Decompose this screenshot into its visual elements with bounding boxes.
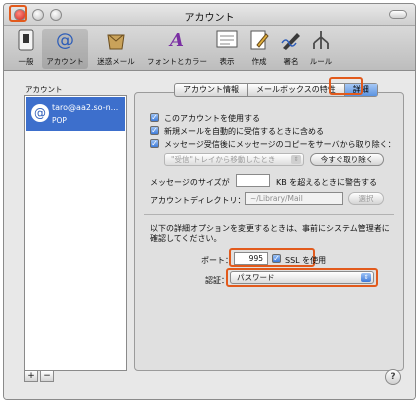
- toolbar-label: フォントとカラー: [147, 57, 207, 66]
- remove-copy-checkbox[interactable]: ✓: [150, 139, 159, 148]
- size-warning-suffix: KB を超えるときに警告する: [276, 178, 378, 187]
- toolbar-label: 署名: [283, 57, 299, 66]
- rules-icon: [309, 29, 333, 53]
- toolbar-rules[interactable]: ルール: [306, 29, 336, 67]
- window-title: アカウント: [184, 13, 235, 24]
- toolbar-toggle-button[interactable]: [389, 10, 407, 19]
- remove-account-button[interactable]: −: [40, 370, 54, 382]
- at-sign-icon: @: [56, 30, 74, 51]
- list-item[interactable]: @ taro@aa2.so-n... POP: [26, 97, 125, 131]
- toolbar-fonts-colors[interactable]: A フォントとカラー: [144, 29, 210, 67]
- toolbar-label: アカウント: [46, 57, 84, 66]
- help-button[interactable]: ?: [385, 369, 401, 385]
- compose-icon: [247, 29, 271, 53]
- include-auto-check-checkbox[interactable]: ✓: [150, 126, 159, 135]
- size-warning-field[interactable]: [236, 174, 270, 187]
- close-button-highlight: [9, 5, 27, 22]
- title-bar: アカウント: [4, 4, 415, 26]
- at-sign-icon: @: [31, 104, 49, 122]
- signature-icon: [279, 29, 303, 53]
- choose-button[interactable]: 選択: [348, 192, 384, 205]
- toolbar-signatures[interactable]: 署名: [276, 29, 306, 67]
- ssl-label: SSL を使用: [285, 256, 327, 265]
- remove-copy-label: メッセージ受信後にメッセージのコピーをサーバから取り除く：: [164, 140, 396, 149]
- remove-when-value: "受信"トレイから移動したとき: [171, 155, 276, 164]
- toolbar-label: 迷惑メール: [97, 57, 135, 66]
- advanced-tab-highlight: [329, 77, 363, 95]
- content-area: アカウント @ taro@aa2.so-n... POP + − アカウント情報…: [4, 72, 415, 399]
- chevron-down-icon: ⇕: [361, 273, 371, 282]
- toolbar: 一般 @ アカウント 迷惑メール A フォントとカラー 表示 作成 署名 ルール: [4, 26, 415, 71]
- account-directory-label: アカウントディレクトリ：: [150, 196, 246, 205]
- toolbar-viewing[interactable]: 表示: [212, 29, 242, 67]
- toolbar-label: 作成: [251, 57, 267, 66]
- toolbar-composing[interactable]: 作成: [244, 29, 274, 67]
- admin-note: 以下の詳細オプションを変更するときは、事前にシステム管理者に確認してください。: [150, 224, 390, 243]
- account-name: taro@aa2.so-n...: [52, 103, 119, 112]
- toolbar-label: ルール: [309, 57, 333, 66]
- account-directory-field[interactable]: ~/Library/Mail: [245, 192, 343, 205]
- toolbar-label: 一般: [18, 57, 34, 66]
- toolbar-accounts[interactable]: @ アカウント: [42, 29, 88, 69]
- enable-account-label: このアカウントを使用する: [164, 114, 260, 123]
- enable-account-checkbox[interactable]: ✓: [150, 113, 159, 122]
- tab-account-info[interactable]: アカウント情報: [175, 84, 248, 96]
- size-warning-prefix: メッセージのサイズが: [150, 178, 230, 187]
- ssl-checkbox[interactable]: ✓: [272, 254, 281, 263]
- display-icon: [215, 29, 239, 53]
- auth-popup[interactable]: パスワード ⇕: [230, 271, 374, 284]
- accounts-list[interactable]: @ taro@aa2.so-n... POP: [24, 95, 127, 371]
- divider: [144, 214, 394, 215]
- auth-value: パスワード: [237, 273, 275, 282]
- junk-mail-icon: [104, 29, 128, 53]
- toolbar-label: 表示: [219, 57, 235, 66]
- accounts-header: アカウント: [25, 85, 63, 94]
- add-account-button[interactable]: +: [24, 370, 38, 382]
- chevron-down-icon: ⇕: [291, 155, 301, 164]
- font-color-icon: A: [170, 30, 184, 51]
- account-type: POP: [52, 116, 67, 125]
- switch-icon: [14, 29, 38, 53]
- preferences-window: アカウント 一般 @ アカウント 迷惑メール A フォントとカラー 表示 作成 …: [3, 3, 416, 400]
- remove-when-popup[interactable]: "受信"トレイから移動したとき ⇕: [164, 153, 304, 166]
- remove-now-button[interactable]: 今すぐ取り除く: [310, 153, 384, 166]
- toolbar-general[interactable]: 一般: [10, 29, 42, 67]
- toolbar-junk-mail[interactable]: 迷惑メール: [92, 29, 140, 67]
- include-auto-check-label: 新規メールを自動的に受信するときに含める: [164, 127, 324, 136]
- port-field[interactable]: 995: [234, 252, 268, 265]
